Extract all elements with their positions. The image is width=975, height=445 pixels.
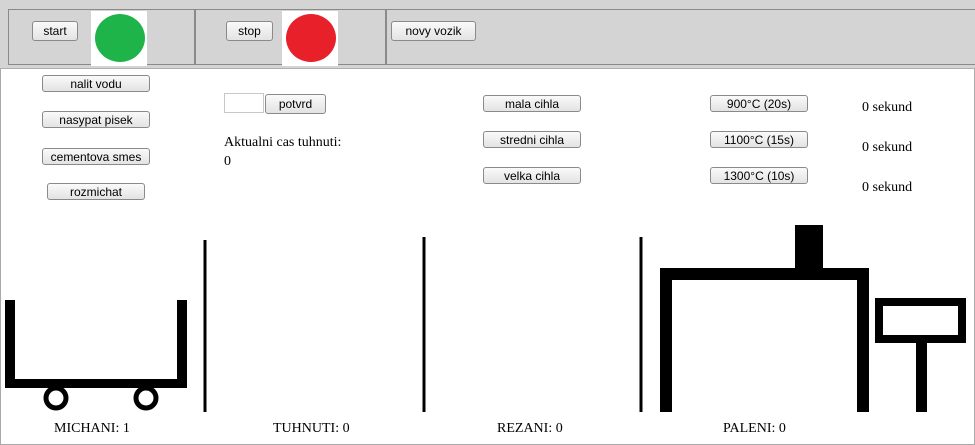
station-hardening-label: TUHNUTI: 0: [273, 421, 350, 436]
station-firing-label: PALENI: 0: [723, 421, 786, 436]
kiln-icon: [660, 225, 869, 412]
production-line-canvas: [5, 225, 966, 412]
station-cutting-label: REZANI: 0: [497, 421, 563, 436]
station-mixing-label: MICHANI: 1: [54, 421, 130, 436]
signpost-icon: [875, 298, 966, 412]
cart-icon: [5, 300, 187, 411]
